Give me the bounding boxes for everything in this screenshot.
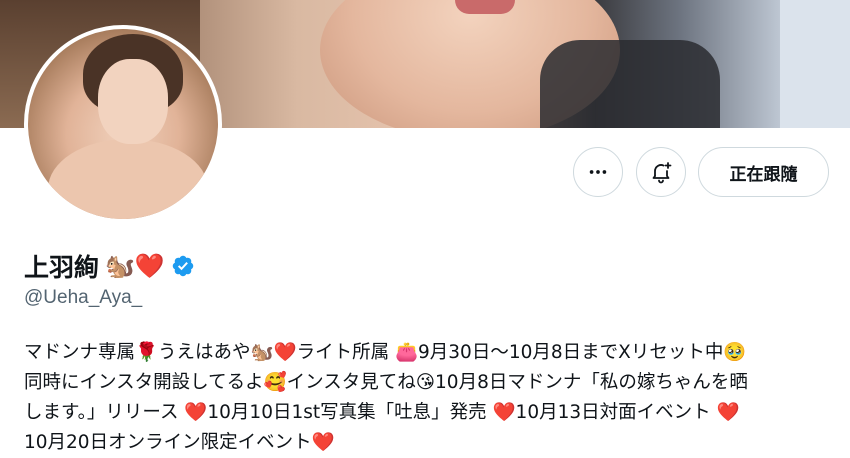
ellipsis-icon [589, 170, 607, 174]
user-handle: @Ueha_Aya_ [24, 287, 143, 308]
notifications-button[interactable] [636, 147, 686, 197]
name-emojis: 🐿️❤️ [105, 252, 165, 280]
banner-clothing [540, 40, 720, 128]
display-name: 上羽絢 [24, 253, 100, 282]
verified-badge-icon[interactable] [171, 254, 195, 278]
banner-window [780, 0, 850, 128]
bio-line: します。」リリース ❤️10月10日1st写真集「吐息」発売 ❤️10月13日対… [24, 402, 740, 423]
following-button[interactable]: 正在跟隨 [698, 147, 829, 197]
profile-bio: マドンナ専属🌹うえはあや🐿️❤️ライト所属 👛9月30日〜10月8日までXリセッ… [24, 338, 834, 458]
bell-plus-icon [652, 162, 672, 184]
bio-line: マドンナ専属🌹うえはあや🐿️❤️ライト所属 👛9月30日〜10月8日までXリセッ… [24, 342, 747, 363]
profile-name-row: 上羽絢 🐿️❤️ [24, 248, 195, 284]
more-options-button[interactable] [573, 147, 623, 197]
avatar-body [48, 139, 208, 219]
avatar[interactable] [24, 25, 222, 223]
following-button-label: 正在跟隨 [729, 164, 798, 185]
bio-line: 10月20日オンライン限定イベント❤️ [24, 432, 335, 453]
bio-line: 同時にインスタ開設してるよ🥰インスタ見てね😘10月8日マドンナ「私の嫁ちゃんを晒 [24, 372, 748, 393]
avatar-face [98, 59, 168, 144]
banner-detail [455, 0, 515, 14]
